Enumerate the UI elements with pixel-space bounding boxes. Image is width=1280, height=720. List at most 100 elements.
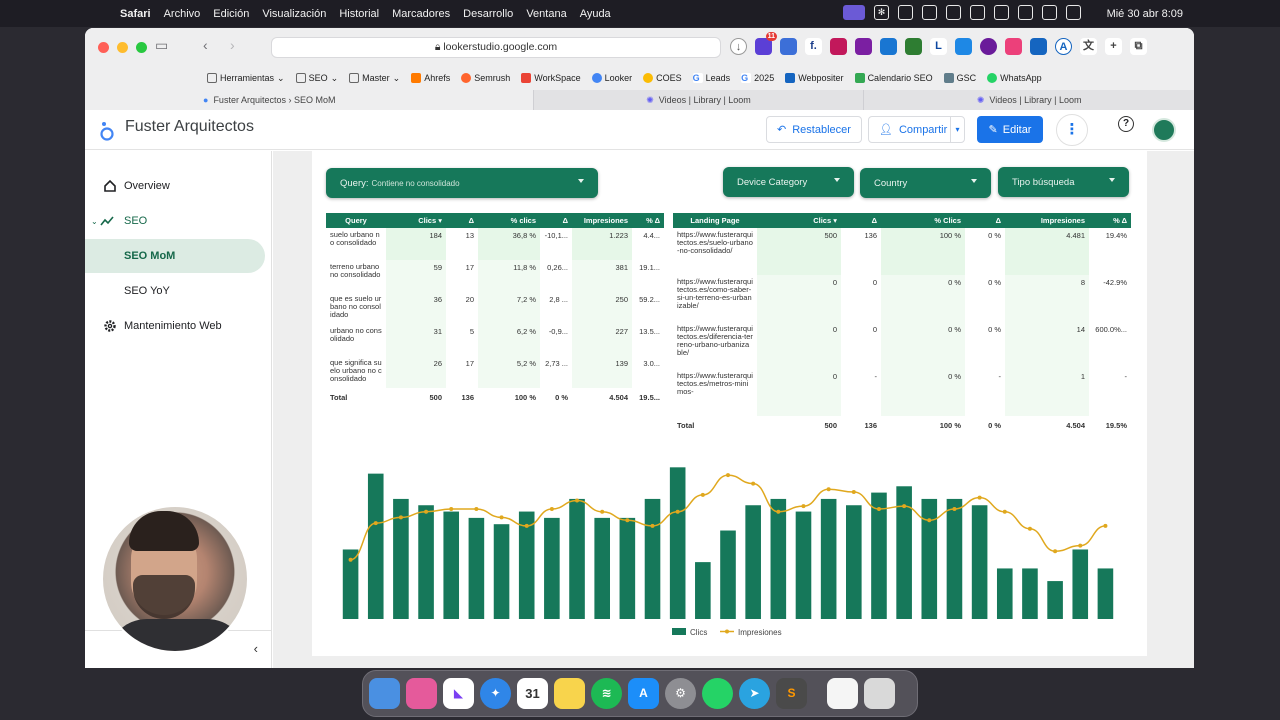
- impressions-point[interactable]: [449, 506, 454, 511]
- menu-edicion[interactable]: Edición: [213, 8, 249, 20]
- share-button[interactable]: 👤︎ Compartir ▾: [868, 116, 965, 143]
- menu-ayuda[interactable]: Ayuda: [580, 8, 611, 20]
- download-icon[interactable]: ↓: [730, 38, 747, 55]
- impressions-point[interactable]: [398, 515, 403, 520]
- chart-bar[interactable]: [820, 498, 837, 619]
- chart-bar[interactable]: [619, 517, 636, 619]
- chart-bar[interactable]: [695, 562, 711, 619]
- chart-bar[interactable]: [367, 473, 384, 619]
- bookmark-seo[interactable]: SEO ⌄: [295, 73, 338, 84]
- nav-overview[interactable]: Overview: [85, 169, 272, 203]
- chart-bar[interactable]: [569, 498, 585, 619]
- impressions-point[interactable]: [549, 506, 554, 511]
- impressions-point[interactable]: [348, 557, 353, 562]
- chart-bar[interactable]: [871, 492, 887, 619]
- impressions-point[interactable]: [776, 509, 781, 514]
- impressions-point[interactable]: [474, 506, 479, 511]
- bookmark-leads[interactable]: G Leads: [692, 73, 730, 83]
- app-store-icon[interactable]: A: [628, 678, 659, 709]
- search-icon[interactable]: [1042, 5, 1057, 20]
- back-icon[interactable]: ‹: [203, 37, 208, 53]
- collapse-chevron-icon[interactable]: ⌄: [91, 217, 98, 226]
- chart-bar[interactable]: [971, 505, 988, 619]
- sublime-text-icon[interactable]: S: [776, 678, 807, 709]
- query_table-header[interactable]: % Δ: [632, 213, 664, 228]
- impressions-point[interactable]: [373, 521, 378, 526]
- extension-badge-icon[interactable]: 11: [755, 32, 777, 55]
- extension-icon-9[interactable]: [955, 38, 972, 55]
- bookmark-semrush[interactable]: Semrush: [461, 73, 510, 83]
- more-options-icon[interactable]: ⋮: [1056, 114, 1088, 146]
- menu-marcadores[interactable]: Marcadores: [392, 8, 450, 20]
- bookmark-2025[interactable]: G 2025: [741, 73, 774, 83]
- finder-icon[interactable]: [369, 678, 400, 709]
- query_table-header[interactable]: Clics ▾: [386, 213, 446, 228]
- impressions-point[interactable]: [424, 509, 429, 514]
- impressions-point[interactable]: [826, 487, 831, 492]
- legend-label[interactable]: Clics: [690, 628, 707, 637]
- chart-bar[interactable]: [745, 505, 761, 619]
- landing_table-header[interactable]: Clics ▾: [757, 213, 841, 228]
- bookmark-gsc[interactable]: GSC: [943, 73, 976, 83]
- nav-mantenimiento[interactable]: Mantenimiento Web: [85, 309, 272, 343]
- menubar-clock[interactable]: Mié 30 abr 8:09: [1107, 8, 1183, 20]
- device-category-filter[interactable]: Device Category: [723, 167, 854, 197]
- extension-icon-5[interactable]: [855, 38, 872, 55]
- chart-bar[interactable]: [594, 517, 610, 619]
- account-avatar[interactable]: [1152, 118, 1176, 142]
- extension-icon-8[interactable]: L: [930, 38, 947, 55]
- nav-seo-mom[interactable]: SEO MoM: [85, 239, 265, 273]
- chart-bar[interactable]: [846, 505, 862, 619]
- bookmark-whatsapp[interactable]: WhatsApp: [987, 73, 1042, 83]
- country-filter[interactable]: Country: [860, 168, 991, 198]
- close-window-button[interactable]: [98, 42, 109, 53]
- menu-ventana[interactable]: Ventana: [526, 8, 566, 20]
- chart-bar[interactable]: [418, 505, 434, 619]
- extension-icon-2[interactable]: [780, 38, 797, 55]
- launchpad-icon[interactable]: [406, 678, 437, 709]
- share-dropdown-icon[interactable]: ▾: [950, 117, 964, 142]
- clickup-icon[interactable]: ◣: [443, 678, 474, 709]
- collapse-sidebar-icon[interactable]: ‹: [254, 641, 258, 656]
- report-canvas[interactable]: Query: Contiene no consolidado Device Cat…: [273, 151, 1194, 668]
- chart-bar[interactable]: [468, 517, 485, 619]
- landing_table-header[interactable]: % Δ: [1089, 213, 1131, 228]
- nav-seo-yoy[interactable]: SEO YoY: [85, 274, 272, 308]
- impressions-point[interactable]: [902, 504, 907, 509]
- impressions-point[interactable]: [600, 509, 605, 514]
- bookmark-workspace[interactable]: WorkSpace: [521, 73, 581, 83]
- extension-icon-12[interactable]: [1030, 38, 1047, 55]
- extension-icon-7[interactable]: [905, 38, 922, 55]
- landing_table-header[interactable]: Δ: [965, 213, 1005, 228]
- chart-bar[interactable]: [443, 511, 460, 619]
- bookmark-herramientas[interactable]: Herramientas ⌄: [207, 73, 285, 84]
- impressions-point[interactable]: [625, 518, 630, 523]
- bookmark-looker[interactable]: Looker: [591, 73, 632, 83]
- spotify-icon[interactable]: ≋: [591, 678, 622, 709]
- impressions-point[interactable]: [675, 509, 680, 514]
- tab-loom-2[interactable]: ✺ Videos | Library | Loom: [863, 90, 1194, 110]
- display-icon[interactable]: [898, 5, 913, 20]
- extension-icon-4[interactable]: [830, 38, 847, 55]
- menu-archivo[interactable]: Archivo: [164, 8, 201, 20]
- query_table-header[interactable]: Impresiones: [572, 213, 632, 228]
- reset-button[interactable]: ↶ Restablecer: [766, 116, 862, 143]
- extension-icon-10[interactable]: [980, 38, 997, 55]
- query_table-header[interactable]: % clics: [478, 213, 540, 228]
- extension-icon-11[interactable]: [1005, 38, 1022, 55]
- impressions-point[interactable]: [801, 504, 806, 509]
- translate-icon[interactable]: 文: [1080, 38, 1097, 55]
- chart-bar[interactable]: [644, 498, 661, 619]
- menu-visualizacion[interactable]: Visualización: [262, 8, 326, 20]
- landing_table-header[interactable]: Δ: [841, 213, 881, 228]
- impressions-point[interactable]: [499, 515, 504, 520]
- tab-loom-1[interactable]: ✺ Videos | Library | Loom: [532, 90, 864, 110]
- impressions-point[interactable]: [1002, 509, 1007, 514]
- query_table-header[interactable]: Query: [326, 213, 386, 228]
- menu-historial[interactable]: Historial: [339, 8, 379, 20]
- chart-bar[interactable]: [1097, 568, 1114, 619]
- sidebar-toggle-icon[interactable]: ▭: [155, 37, 168, 54]
- impressions-point[interactable]: [927, 518, 932, 523]
- chart-bar[interactable]: [720, 530, 736, 619]
- bookmark-calendario[interactable]: Calendario SEO: [854, 73, 933, 83]
